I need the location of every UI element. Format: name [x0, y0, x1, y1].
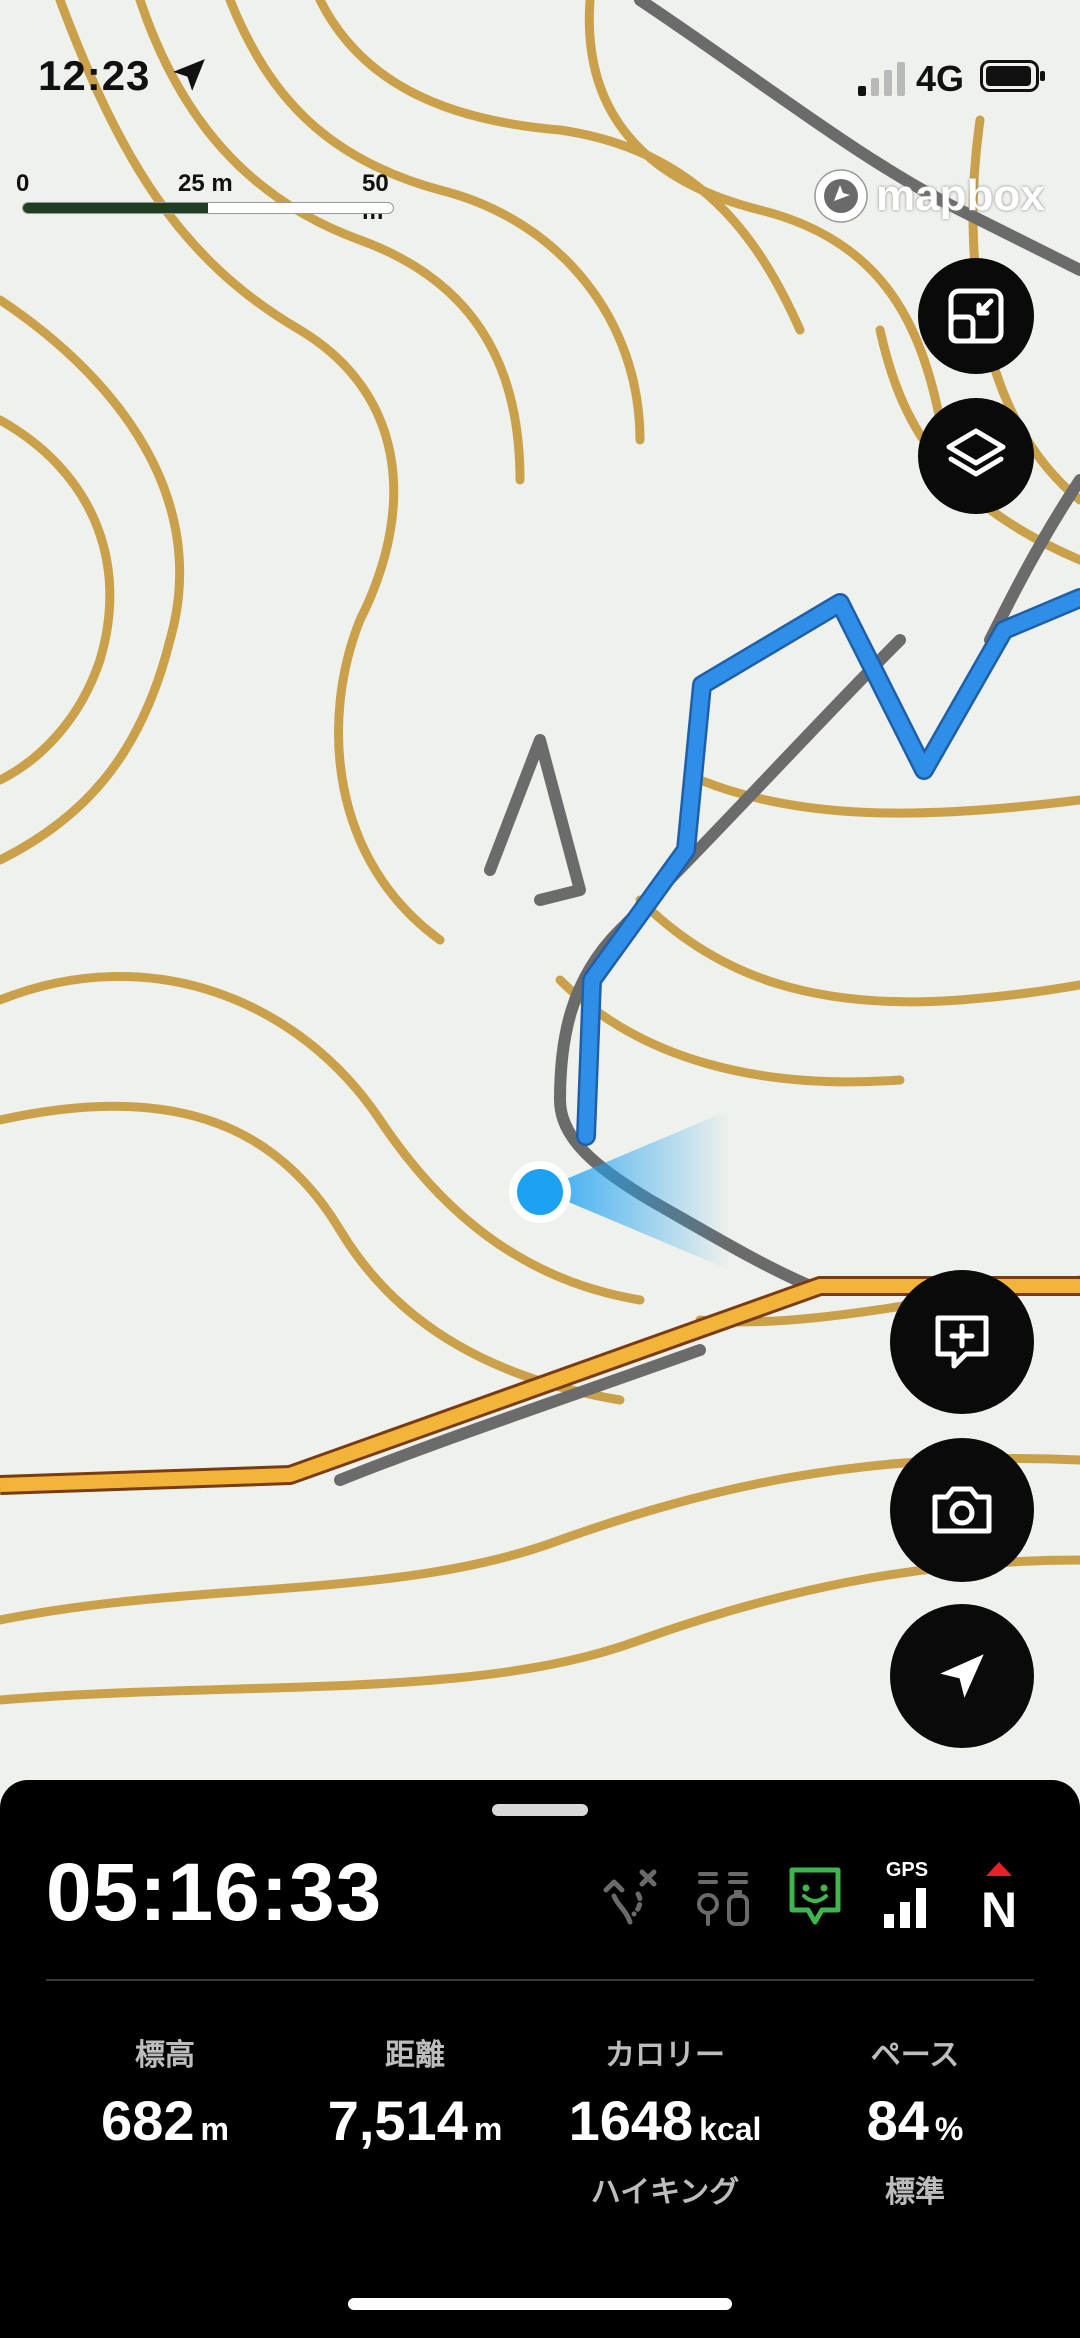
camera-button[interactable] [890, 1438, 1034, 1582]
stat-unit: % [934, 2111, 964, 2147]
status-bar: 12:23 4G [0, 0, 1080, 150]
stat-pace: ペース 84% 標準 [790, 2030, 1040, 2211]
scale-track [22, 202, 394, 214]
stat-label: ペース [870, 2039, 960, 2072]
status-time: 12:23 [38, 52, 151, 99]
off-route-icon [603, 1869, 657, 1925]
stat-label: 距離 [385, 2039, 445, 2072]
stat-elevation: 標高 682 m [40, 2030, 290, 2153]
activity-panel: 05:16:33 GPS N 標高 682 m 距離 7,514 m カロリー … [0, 1780, 1080, 2338]
stat-unit: m [473, 2111, 503, 2147]
fit-view-button[interactable] [918, 258, 1034, 374]
stat-unit: kcal [699, 2111, 762, 2147]
network-type: 4G [916, 58, 965, 99]
north-label: N [980, 1882, 1018, 1938]
activity-type-label: ハイキング [590, 2176, 740, 2209]
home-indicator[interactable] [348, 2298, 732, 2310]
camera-icon [932, 1486, 992, 1534]
elapsed-time: 05:16:33 [46, 1847, 383, 1938]
fit-view-icon [948, 288, 1004, 344]
gps-signal-icon: GPS [876, 1860, 938, 1930]
scale-label-end: 50 m [362, 170, 389, 225]
companion-status-icon [789, 1867, 841, 1925]
locate-me-button[interactable] [890, 1604, 1034, 1748]
stat-value: 1648 [568, 2089, 694, 2152]
pace-rating-label: 標準 [885, 2176, 945, 2209]
scale-label-start: 0 [16, 170, 30, 197]
cellular-signal-icon [858, 62, 905, 96]
stat-value: 7,514 [327, 2089, 468, 2152]
battery-icon [980, 60, 1045, 92]
layers-icon [946, 428, 1006, 477]
stat-label: 標高 [135, 2039, 195, 2072]
gps-label: GPS [885, 1859, 929, 1881]
stat-distance: 距離 7,514 m [290, 2030, 540, 2153]
scale-label-mid: 25 m [178, 170, 233, 197]
navigation-arrow-icon [940, 1654, 984, 1698]
north-compass-icon: N [968, 1860, 1030, 1935]
stat-calories: カロリー 1648 kcal ハイキング [540, 2030, 790, 2211]
panel-drag-handle[interactable] [492, 1804, 588, 1816]
layers-button[interactable] [918, 398, 1034, 514]
mapbox-attribution[interactable]: mapbox [812, 166, 1045, 226]
stat-value: 682 [101, 2089, 195, 2152]
add-note-button[interactable] [890, 1270, 1034, 1414]
location-services-icon [173, 59, 205, 91]
add-note-icon [935, 1315, 989, 1369]
mapbox-wordmark: mapbox [876, 171, 1045, 220]
mapbox-logo-icon [814, 169, 868, 223]
stat-unit: m [200, 2111, 229, 2147]
stat-value: 84 [866, 2089, 929, 2152]
stat-label: カロリー [605, 2039, 725, 2072]
rest-points-icon [697, 1872, 749, 1926]
panel-divider [46, 1979, 1034, 1981]
map-scale-bar: 0 25 m 50 m [16, 170, 402, 225]
